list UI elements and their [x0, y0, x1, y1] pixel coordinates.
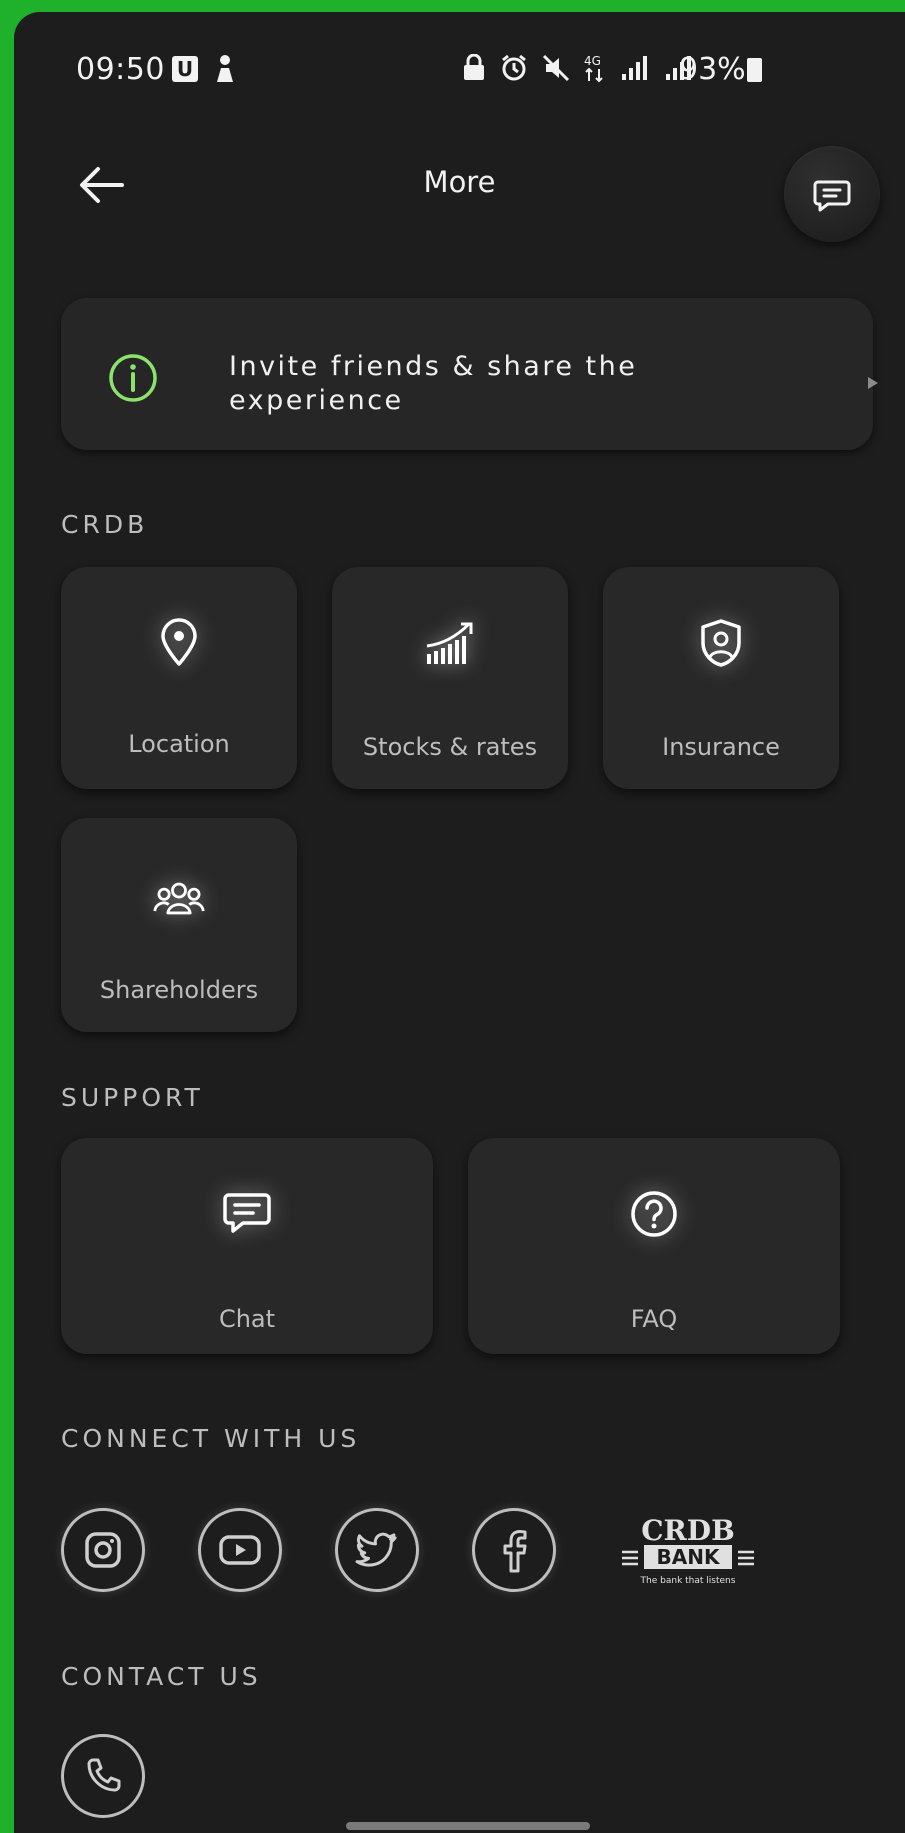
- info-icon: [109, 354, 157, 402]
- section-title-contact: CONTACT US: [61, 1662, 262, 1691]
- tile-stocks-rates[interactable]: Stocks & rates: [332, 567, 568, 789]
- home-indicator[interactable]: [346, 1822, 590, 1830]
- battery-icon: [747, 58, 762, 82]
- tile-label: Chat: [218, 1305, 276, 1333]
- signal-icon: [622, 56, 647, 80]
- logo-tagline: The bank that listens: [640, 1576, 736, 1586]
- shield-user-icon: [693, 615, 749, 671]
- twitter-button[interactable]: [335, 1508, 419, 1592]
- tile-label: Stocks & rates: [362, 733, 538, 761]
- mute-icon: [542, 54, 570, 82]
- invite-text: Invite friends & share the experience: [229, 351, 638, 416]
- tile-label: Shareholders: [99, 976, 259, 1004]
- youtube-button[interactable]: [198, 1508, 282, 1592]
- logo-top-text: CRDB: [641, 1514, 735, 1547]
- phone-screen: 09:50 U 4G 93% More Invite friends & sha…: [14, 12, 905, 1833]
- section-title-crdb: CRDB: [61, 510, 149, 539]
- call-button[interactable]: [61, 1734, 145, 1818]
- chat-icon: [219, 1186, 275, 1242]
- logo-bank-text: BANK: [657, 1545, 721, 1569]
- group-icon: [151, 870, 207, 926]
- question-icon: [626, 1186, 682, 1242]
- system-icons: 4G: [462, 52, 694, 84]
- person-icon: [217, 55, 233, 82]
- header: More: [14, 127, 905, 247]
- phone-icon: [87, 1758, 121, 1792]
- section-title-connect: CONNECT WITH US: [61, 1424, 361, 1453]
- youtube-icon: [219, 1535, 261, 1565]
- battery-level: 93%: [679, 52, 746, 87]
- tile-label: Location: [128, 730, 230, 758]
- location-pin-icon: [151, 615, 207, 671]
- svg-text:4G: 4G: [584, 54, 601, 68]
- 4g-icon: 4G: [584, 54, 603, 83]
- tile-faq[interactable]: FAQ: [468, 1138, 840, 1354]
- page-title: More: [423, 165, 496, 199]
- status-bar: 09:50 U 4G 93%: [14, 12, 905, 127]
- tile-label: Insurance: [662, 733, 780, 761]
- twitter-icon: [355, 1532, 397, 1567]
- crdb-bank-logo[interactable]: CRDB BANK The bank that listens: [618, 1512, 758, 1590]
- chevron-right-icon: [868, 377, 878, 389]
- instagram-button[interactable]: [61, 1508, 145, 1592]
- message-button[interactable]: [784, 146, 880, 242]
- instagram-icon: [85, 1532, 121, 1568]
- message-icon: [813, 180, 851, 212]
- alarm-icon: [502, 54, 526, 81]
- lock-icon: [464, 54, 484, 80]
- facebook-icon: [503, 1530, 527, 1573]
- section-title-support: SUPPORT: [61, 1083, 204, 1112]
- tile-shareholders[interactable]: Shareholders: [61, 818, 297, 1032]
- u-badge-icon: U: [172, 56, 198, 82]
- status-time: 09:50: [76, 52, 165, 87]
- tile-label: FAQ: [630, 1305, 678, 1333]
- facebook-button[interactable]: [472, 1508, 556, 1592]
- chart-growth-icon: [422, 615, 478, 671]
- tile-insurance[interactable]: Insurance: [603, 567, 839, 789]
- tile-chat[interactable]: Chat: [61, 1138, 433, 1354]
- tile-location[interactable]: Location: [61, 567, 297, 789]
- invite-friends-card[interactable]: Invite friends & share the experience: [61, 298, 878, 450]
